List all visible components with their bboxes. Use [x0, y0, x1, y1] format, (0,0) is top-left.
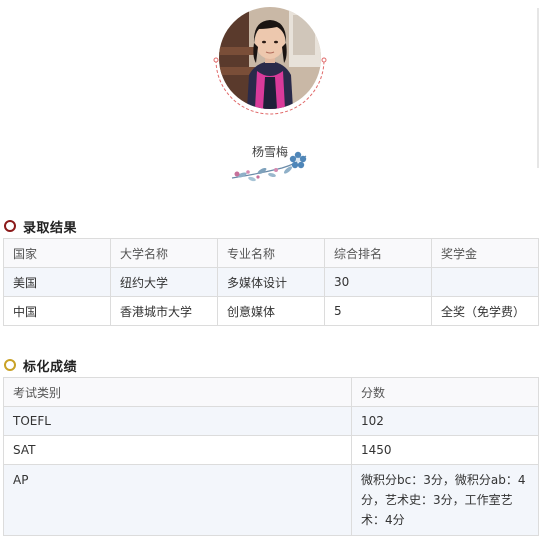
cell-scholarship — [431, 267, 539, 297]
admission-section-header: 录取结果 — [4, 216, 77, 236]
cell-ranking: 5 — [324, 296, 432, 326]
cell-country: 美国 — [3, 267, 111, 297]
cell-exam-type: TOEFL — [3, 406, 352, 436]
column-header-ranking: 综合排名 — [324, 238, 432, 268]
column-header-exam-type: 考试类别 — [3, 377, 352, 407]
column-header-scholarship: 奖学金 — [431, 238, 539, 268]
column-header-country: 国家 — [3, 238, 111, 268]
cell-major: 多媒体设计 — [217, 267, 325, 297]
scores-marker-icon — [4, 359, 16, 371]
scores-table: 考试类别 分数 TOEFL 102 SAT 1450 AP 微积分bc：3分，微… — [3, 377, 539, 536]
column-header-university: 大学名称 — [110, 238, 218, 268]
cell-country: 中国 — [3, 296, 111, 326]
scores-section-header: 标化成绩 — [4, 355, 77, 375]
table-header-row: 国家 大学名称 专业名称 综合排名 奖学金 — [3, 238, 539, 268]
column-header-major: 专业名称 — [217, 238, 325, 268]
table-row: 中国 香港城市大学 创意媒体 5 全奖（免学费） — [3, 296, 539, 326]
admission-table: 国家 大学名称 专业名称 综合排名 奖学金 美国 纽约大学 多媒体设计 30 中… — [3, 238, 539, 326]
student-photo — [219, 7, 321, 109]
table-row: 美国 纽约大学 多媒体设计 30 — [3, 267, 539, 297]
cell-score: 1450 — [351, 435, 539, 465]
column-header-score: 分数 — [351, 377, 539, 407]
scores-section-title: 标化成绩 — [23, 359, 78, 375]
cell-scholarship: 全奖（免学费） — [431, 296, 539, 326]
table-row: AP 微积分bc：3分，微积分ab：4分，艺术史：3分，工作室艺术：4分 — [3, 464, 539, 536]
cell-ranking: 30 — [324, 267, 432, 297]
cell-major: 创意媒体 — [217, 296, 325, 326]
cell-score: 微积分bc：3分，微积分ab：4分，艺术史：3分，工作室艺术：4分 — [351, 464, 539, 536]
admission-section-title: 录取结果 — [23, 220, 78, 236]
cell-exam-type: SAT — [3, 435, 352, 465]
cell-university: 香港城市大学 — [110, 296, 218, 326]
floral-ornament-icon — [231, 151, 307, 182]
cell-exam-type: AP — [3, 464, 352, 536]
cell-university: 纽约大学 — [110, 267, 218, 297]
cell-score: 102 — [351, 406, 539, 436]
table-row: TOEFL 102 — [3, 406, 539, 436]
table-header-row: 考试类别 分数 — [3, 377, 539, 407]
avatar — [208, 2, 332, 126]
admission-marker-icon — [4, 220, 16, 232]
table-row: SAT 1450 — [3, 435, 539, 465]
